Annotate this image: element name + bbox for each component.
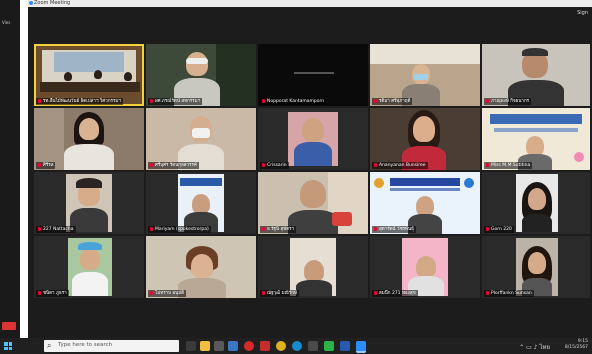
video-tile[interactable]: สุดารัตน์ วัชรพันธุ์ <box>370 172 480 234</box>
participant-name: ณัฐวุฒิ มณีรักษ์ <box>260 290 299 297</box>
mic-muted-icon <box>150 162 153 167</box>
participant-name: Nopporat Kantamamporn <box>260 98 327 105</box>
participant-name: ชนิดา ภูธรา <box>36 290 69 297</box>
video-tile[interactable]: Plorffankn Sunsan <box>482 236 590 298</box>
mic-muted-icon <box>374 226 377 231</box>
line-icon[interactable] <box>324 341 334 351</box>
participant-name: Ananyanan Bunsiree <box>372 162 428 169</box>
gutter <box>20 0 28 338</box>
video-tile[interactable]: สมนึก 271 ทองสุข <box>370 236 480 298</box>
taskbar: ⌕ Type here to search ⌃ ▭ ♪ ไทย 9:15 8/1… <box>0 338 592 354</box>
participant-name: สมนึก 271 ทองสุข <box>372 290 418 297</box>
mic-muted-icon <box>262 290 265 295</box>
edge-icon[interactable] <box>292 341 302 351</box>
participant-name: รท.อื่นไม้พัฒนวันธ์ ผิดเปล่าฯ วิศวกรรมฯ <box>36 98 123 105</box>
participant-name: 227 Nattacha <box>36 226 76 233</box>
video-tile[interactable]: Ananyanan Bunsiree <box>370 108 480 170</box>
file-explorer-icon[interactable] <box>200 341 210 351</box>
participant-name: Gorn 220 <box>484 226 514 233</box>
chrome-icon[interactable] <box>276 341 286 351</box>
store-icon[interactable] <box>214 341 224 351</box>
video-tile[interactable]: ศรีบุศร รัตนกุลสวรรค์ <box>146 108 256 170</box>
mic-muted-icon <box>150 226 153 231</box>
task-view-icon[interactable] <box>186 341 196 351</box>
video-tile[interactable]: ณัฐวุฒิ มณีรักษ์ <box>258 236 368 298</box>
participant-name: Mariyam (spokestrorpa) <box>148 226 211 233</box>
video-tile[interactable]: 227 Nattacha <box>34 172 144 234</box>
video-tile[interactable]: Miss M.M.Sutitina <box>482 108 590 170</box>
video-tile[interactable]: ผศ.ภรณ์รัตน์ สหกรรมฯ <box>146 44 256 106</box>
participant-name: Plorffankn Sunsan <box>484 290 534 297</box>
participant-name: Miss M.M.Sutitina <box>484 162 533 169</box>
participant-name: ไม่ทราบ อนุมัติ <box>148 290 187 297</box>
window-title: Zoom Meeting <box>34 0 71 6</box>
media-icon[interactable] <box>308 341 318 351</box>
pdf-icon[interactable] <box>260 341 270 351</box>
zoom-logo-icon <box>29 1 33 5</box>
windows-start-icon[interactable] <box>4 342 12 350</box>
opera-icon[interactable] <box>244 341 254 351</box>
search-placeholder: Type here to search <box>58 342 113 348</box>
mail-icon[interactable] <box>228 341 238 351</box>
video-tile[interactable]: Crissarin <box>258 108 368 170</box>
mic-muted-icon <box>262 226 265 231</box>
video-tile[interactable]: อ.รัฐนิ สุพัตรา <box>258 172 368 234</box>
mic-muted-icon <box>38 162 41 167</box>
mic-muted-icon <box>486 290 489 295</box>
word-icon[interactable] <box>340 341 350 351</box>
side-panel: Vies <box>0 0 20 338</box>
mic-muted-icon <box>150 290 153 295</box>
mic-muted-icon <box>486 226 489 231</box>
mic-muted-icon <box>38 226 41 231</box>
mic-muted-icon <box>150 98 153 103</box>
clock-date: 8/15/2567 <box>564 345 588 350</box>
video-tile[interactable]: รติมา ศรีสุภาฤดี <box>370 44 480 106</box>
participant-name: สุดารัตน์ วัชรพันธุ์ <box>372 226 416 233</box>
mic-muted-icon <box>374 162 377 167</box>
zoom-taskbar-icon[interactable] <box>356 341 366 353</box>
taskbar-search[interactable]: ⌕ Type here to search <box>44 340 179 352</box>
video-tile[interactable]: ศิรีรส <box>34 108 144 170</box>
video-tile[interactable]: Mariyam (spokestrorpa) <box>146 172 256 234</box>
system-tray-icons[interactable]: ⌃ ▭ ♪ ไทย <box>519 342 550 352</box>
leave-button[interactable] <box>2 322 16 330</box>
participant-name: ศิรีรส <box>36 162 56 169</box>
participant-name: รติมา ศรีสุภาฤดี <box>372 98 413 105</box>
video-tile[interactable]: Gorn 220 <box>482 172 590 234</box>
mic-muted-icon <box>262 98 265 103</box>
video-tile[interactable]: ภาณุพงษ์ กิจธนากร <box>482 44 590 106</box>
title-bar: Zoom Meeting <box>28 0 592 7</box>
participant-name: ศรีบุศร รัตนกุลสวรรค์ <box>148 162 199 169</box>
video-tile[interactable]: ชนิดา ภูธรา <box>34 236 144 298</box>
mic-muted-icon <box>38 98 41 103</box>
video-tile[interactable]: รท.อื่นไม้พัฒนวันธ์ ผิดเปล่าฯ วิศวกรรมฯ <box>34 44 144 106</box>
search-icon: ⌕ <box>47 341 52 350</box>
video-tile[interactable]: ไม่ทราบ อนุมัติ <box>146 236 256 298</box>
sign-label[interactable]: Sign <box>577 10 588 16</box>
mic-muted-icon <box>374 98 377 103</box>
mic-muted-icon <box>38 290 41 295</box>
mic-muted-icon <box>262 162 265 167</box>
mic-muted-icon <box>374 290 377 295</box>
mic-muted-icon <box>486 162 489 167</box>
clock[interactable]: 9:15 8/15/2567 <box>565 339 588 351</box>
side-panel-label: Vies <box>2 20 11 25</box>
participant-name: ผศ.ภรณ์รัตน์ สหกรรมฯ <box>148 98 203 105</box>
participant-name: Crissarin <box>260 162 289 169</box>
meeting-window: Zoom Meeting Sign รท.อื่นไม้พัฒนวันธ์ ผิ… <box>28 0 592 338</box>
mic-muted-icon <box>486 98 489 103</box>
participant-name: อ.รัฐนิ สุพัตรา <box>260 226 297 233</box>
participant-name: ภาณุพงษ์ กิจธนากร <box>484 98 532 105</box>
video-tile[interactable]: Nopporat Kantamamporn <box>258 44 368 106</box>
